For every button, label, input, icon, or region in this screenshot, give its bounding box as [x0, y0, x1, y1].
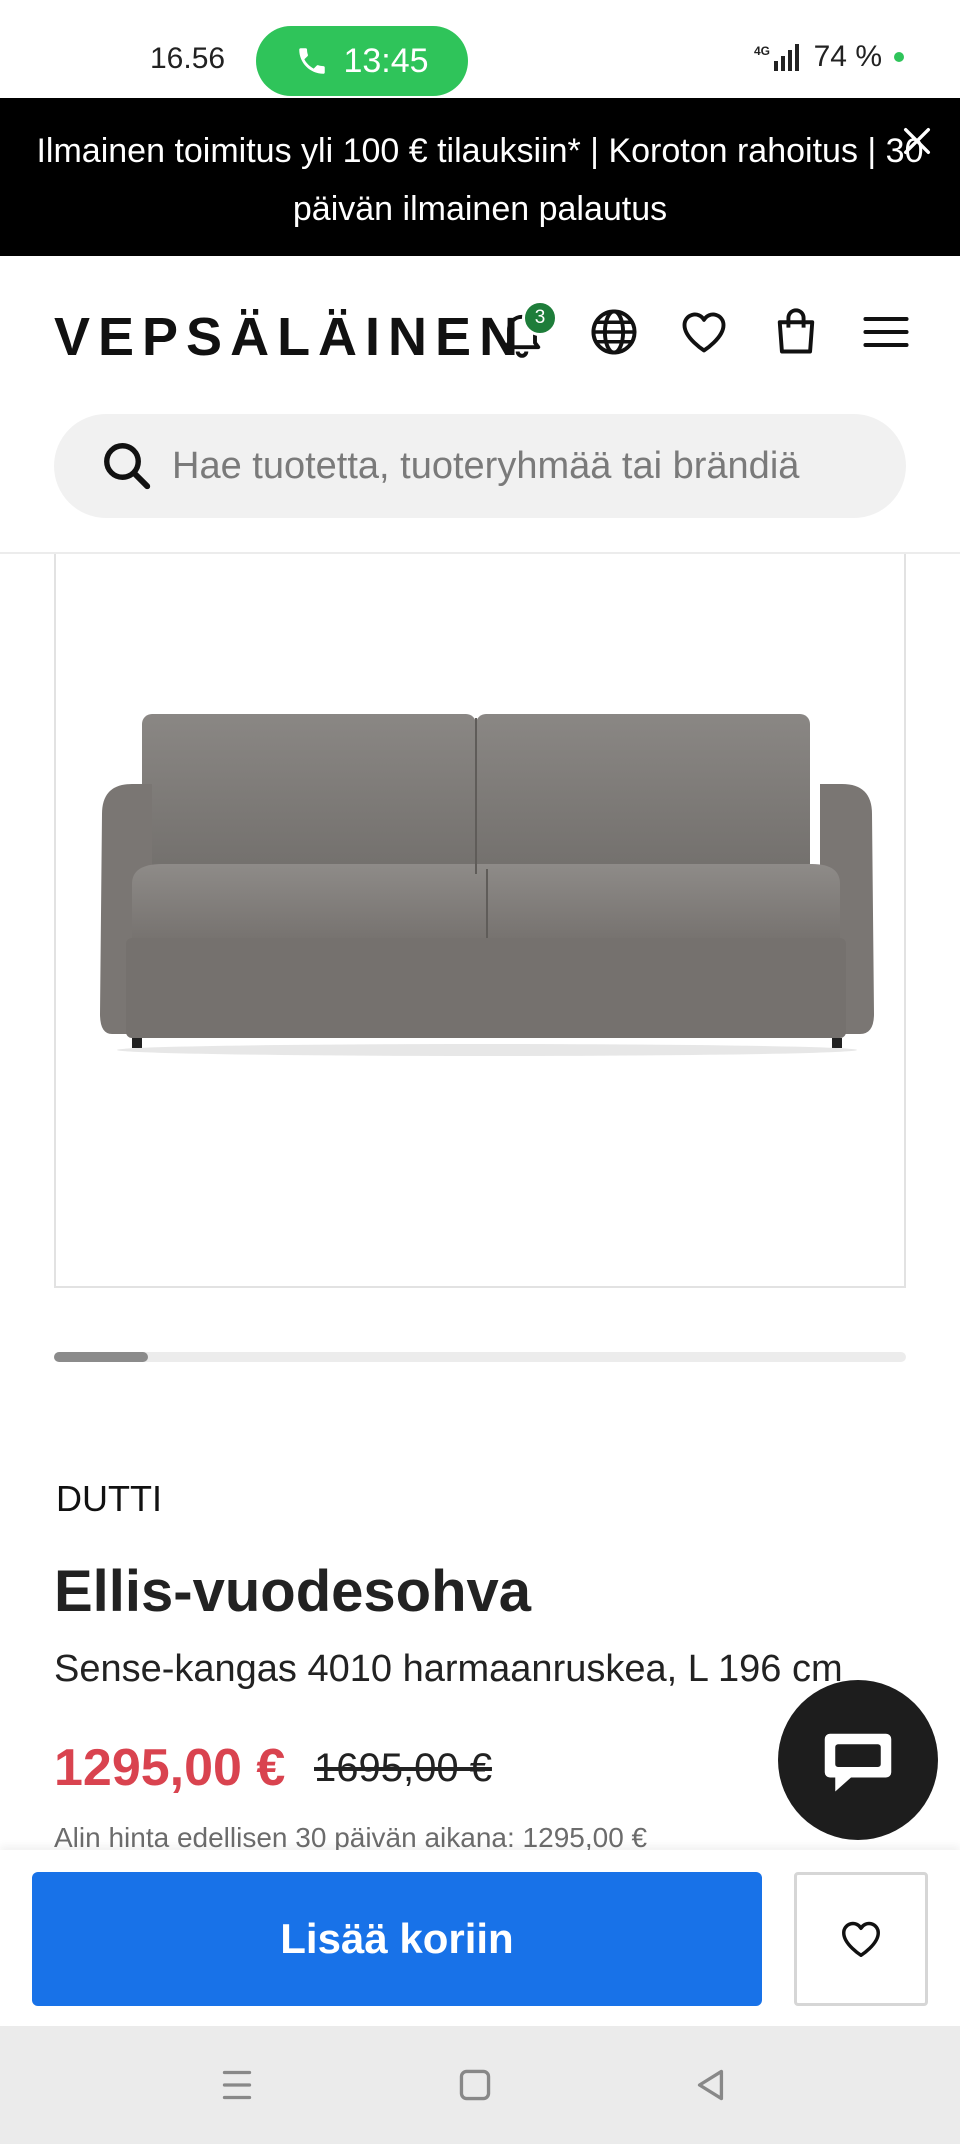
chat-button[interactable] [778, 1680, 938, 1840]
home-square-icon [459, 2069, 491, 2101]
add-to-wishlist-button[interactable] [794, 1872, 928, 2006]
call-indicator[interactable]: 13:45 [256, 26, 468, 96]
promo-text: Ilmainen toimitus yli 100 € tilauksiin* … [36, 132, 924, 228]
back-triangle-icon [697, 2069, 724, 2101]
product-image [100, 714, 874, 1056]
product-subtitle: Sense-kangas 4010 harmaanruskea, L 196 c… [54, 1648, 843, 1690]
home-button[interactable] [450, 2060, 500, 2110]
recent-apps-button[interactable] [212, 2060, 262, 2110]
system-nav-bar [0, 2026, 960, 2144]
add-to-cart-button[interactable]: Lisää koriin [32, 1872, 762, 2006]
wishlist-button[interactable] [678, 306, 730, 358]
product-action-bar: Lisää koriin [0, 1850, 960, 2026]
notification-badge: 3 [522, 300, 558, 336]
search-icon [104, 443, 151, 490]
menu-icon [863, 317, 909, 347]
site-logo[interactable]: VEPSÄLÄINEN [54, 306, 526, 368]
language-button[interactable] [588, 306, 640, 358]
product-price: 1295,00 € [54, 1739, 286, 1797]
battery-level: 74 % [813, 40, 882, 73]
product-old-price: 1695,00 € [314, 1746, 492, 1790]
phone-icon [299, 48, 326, 74]
status-time: 16.56 [150, 42, 226, 75]
signal-icon: 4G [754, 44, 799, 71]
search-placeholder: Hae tuotetta, tuoteryhmää tai brändiä [172, 444, 800, 487]
cart-button[interactable] [770, 306, 822, 358]
recents-icon [222, 2070, 252, 2100]
heart-icon [682, 312, 726, 353]
gallery-scrollbar[interactable] [54, 1352, 906, 1362]
shopping-bag-icon [777, 308, 815, 354]
search-input[interactable]: Hae tuotetta, tuoteryhmää tai brändiä [54, 414, 906, 518]
heart-icon [842, 1921, 880, 1958]
gallery-scroll-thumb[interactable] [54, 1352, 148, 1362]
promo-banner: Ilmainen toimitus yli 100 € tilauksiin* … [0, 98, 960, 256]
close-icon[interactable] [900, 124, 934, 158]
chat-bubble-icon [824, 1733, 892, 1792]
product-title: Ellis-vuodesohva [54, 1559, 532, 1624]
status-right: 4G 74 % [754, 40, 904, 74]
menu-button[interactable] [860, 306, 912, 358]
product-brand[interactable]: DUTTI [56, 1478, 162, 1520]
status-bar: 16.56 13:45 4G 74 % [0, 0, 960, 98]
call-timer: 13:45 [343, 41, 429, 80]
svg-text:4G: 4G [754, 44, 770, 58]
back-button[interactable] [686, 2060, 736, 2110]
site-header: VEPSÄLÄINEN Hae tuotetta, tuoteryhmää ta… [0, 256, 960, 554]
status-dot [894, 52, 904, 62]
product-image-gallery[interactable] [54, 554, 906, 1288]
globe-icon [591, 309, 637, 355]
